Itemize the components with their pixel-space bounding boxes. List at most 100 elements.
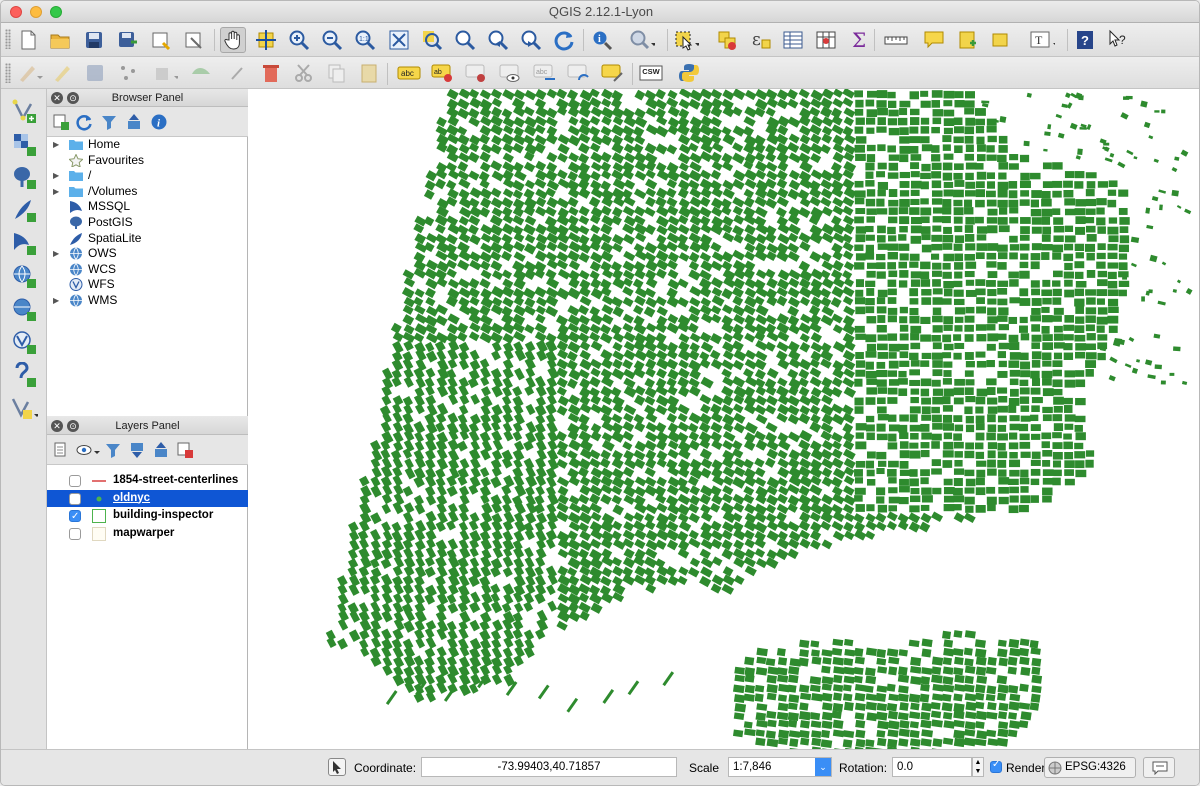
expand-arrow-icon[interactable]: ▶ xyxy=(53,246,59,262)
browser-item-home[interactable]: ▶ Home xyxy=(47,137,248,153)
toggle-editing-button[interactable] xyxy=(49,60,75,86)
save-project-button[interactable] xyxy=(81,27,107,53)
cut-features-button[interactable] xyxy=(291,60,317,86)
current-edits-button[interactable] xyxy=(17,60,43,86)
scale-combobox[interactable]: 1:7,846 ⌄ xyxy=(728,757,832,777)
manage-visibility-button[interactable] xyxy=(74,440,102,460)
move-label-button[interactable]: abc xyxy=(532,60,558,86)
window-minimize-button[interactable] xyxy=(30,6,42,18)
window-zoom-button[interactable] xyxy=(50,6,62,18)
rotate-label-button[interactable] xyxy=(566,60,592,86)
statistical-summary-button[interactable]: Σ xyxy=(846,27,872,53)
browser-item-postgis[interactable]: PostGIS xyxy=(47,215,248,231)
measure-line-button[interactable] xyxy=(883,27,909,53)
stepper-up-icon[interactable]: ▲ xyxy=(975,759,982,766)
expand-arrow-icon[interactable]: ▶ xyxy=(53,137,59,153)
composer-manager-button[interactable] xyxy=(181,27,207,53)
zoom-to-selection-button[interactable] xyxy=(452,27,478,53)
add-raster-layer-button[interactable] xyxy=(10,130,38,158)
field-calculator-button[interactable] xyxy=(813,27,839,53)
metasearch-button[interactable]: CSW xyxy=(638,60,664,86)
rotation-stepper[interactable]: ▲ ▼ xyxy=(972,757,984,777)
show-hide-labels-button[interactable] xyxy=(498,60,524,86)
collapse-all-button[interactable] xyxy=(151,440,171,460)
new-bookmark-button[interactable] xyxy=(954,27,980,53)
add-vector-layer-button[interactable] xyxy=(10,97,38,125)
coordinate-field[interactable]: -73.99403,40.71857 xyxy=(421,757,677,777)
chevron-down-icon[interactable]: ⌄ xyxy=(815,758,831,776)
expand-all-button[interactable] xyxy=(127,440,147,460)
pan-map-button[interactable] xyxy=(220,27,246,53)
pan-to-selection-button[interactable] xyxy=(253,27,279,53)
browser-item-mssql[interactable]: MSSQL xyxy=(47,199,248,215)
map-canvas[interactable] xyxy=(248,89,1199,749)
collapse-all-button[interactable] xyxy=(124,112,144,132)
layer-row-oldnyc[interactable]: oldnyc xyxy=(47,489,248,507)
highlight-pinned-labels-button[interactable]: ab xyxy=(430,60,456,86)
delete-selected-button[interactable] xyxy=(258,60,284,86)
node-edit-button[interactable] xyxy=(225,60,251,86)
browser-item-ows[interactable]: ▶ OWS xyxy=(47,246,248,262)
zoom-full-button[interactable] xyxy=(386,27,412,53)
change-label-button[interactable] xyxy=(600,60,626,86)
toolbar-grip[interactable] xyxy=(5,63,11,83)
open-project-button[interactable] xyxy=(47,27,73,53)
zoom-to-layer-button[interactable] xyxy=(419,27,445,53)
expand-arrow-icon[interactable]: ▶ xyxy=(53,293,59,309)
select-by-expression-button[interactable]: ε xyxy=(747,27,773,53)
close-panel-icon[interactable]: ✕ xyxy=(51,92,63,104)
add-wfs-layer-button[interactable] xyxy=(10,328,38,356)
add-postgis-layer-button[interactable] xyxy=(10,163,38,191)
browser-item-favourites[interactable]: Favourites xyxy=(47,153,248,169)
add-selected-layers-button[interactable] xyxy=(51,112,71,132)
browser-item-root[interactable]: ▶ / xyxy=(47,168,248,184)
text-annotation-button[interactable]: T xyxy=(1029,27,1055,53)
layer-row-building-inspector[interactable]: building-inspector xyxy=(47,507,248,526)
zoom-in-button[interactable] xyxy=(286,27,312,53)
zoom-next-button[interactable] xyxy=(518,27,544,53)
identify-features-button[interactable]: i xyxy=(589,27,615,53)
browser-properties-button[interactable]: i xyxy=(149,112,169,132)
show-bookmarks-button[interactable] xyxy=(987,27,1013,53)
expand-arrow-icon[interactable]: ▶ xyxy=(53,184,59,200)
move-feature-button[interactable] xyxy=(152,60,178,86)
help-contents-button[interactable]: ? xyxy=(1072,27,1098,53)
layer-visibility-checkbox[interactable] xyxy=(69,475,81,487)
expand-arrow-icon[interactable]: ▶ xyxy=(53,168,59,184)
window-close-button[interactable] xyxy=(10,6,22,18)
add-wcs-layer-button[interactable] xyxy=(10,295,38,323)
refresh-button[interactable] xyxy=(551,27,577,53)
stepper-down-icon[interactable]: ▼ xyxy=(975,768,982,775)
measure-button[interactable] xyxy=(629,27,655,53)
new-project-button[interactable] xyxy=(15,27,41,53)
crs-button[interactable]: EPSG:4326 xyxy=(1044,757,1136,778)
add-delimited-text-button[interactable] xyxy=(10,361,38,389)
float-panel-icon[interactable]: ⊙ xyxy=(67,92,79,104)
messages-button[interactable] xyxy=(1143,757,1175,778)
layer-visibility-checkbox[interactable] xyxy=(69,508,81,526)
layer-row-1854-street-centerlines[interactable]: 1854-street-centerlines xyxy=(47,472,248,490)
pin-labels-button[interactable] xyxy=(464,60,490,86)
browser-item-wcs[interactable]: WCS xyxy=(47,262,248,278)
filter-legend-button[interactable] xyxy=(103,440,123,460)
save-as-button[interactable] xyxy=(115,27,141,53)
browser-item-wms[interactable]: ▶ WMS xyxy=(47,293,248,309)
filter-browser-button[interactable] xyxy=(99,112,119,132)
add-feature-button[interactable] xyxy=(115,60,141,86)
save-layer-edits-button[interactable] xyxy=(82,60,108,86)
select-features-button[interactable] xyxy=(673,27,699,53)
zoom-native-button[interactable]: 1:1 xyxy=(352,27,378,53)
remove-layer-button[interactable] xyxy=(175,440,195,460)
new-shapefile-button[interactable] xyxy=(10,394,38,422)
deselect-features-button[interactable] xyxy=(714,27,740,53)
python-console-button[interactable] xyxy=(676,60,702,86)
toolbar-grip[interactable] xyxy=(5,29,11,49)
add-wms-layer-button[interactable] xyxy=(10,262,38,290)
paste-features-button[interactable] xyxy=(356,60,382,86)
layer-row-mapwarper[interactable]: mapwarper xyxy=(47,525,248,543)
layer-styling-button[interactable] xyxy=(51,440,71,460)
new-print-composer-button[interactable] xyxy=(148,27,174,53)
rotation-field[interactable]: 0.0 xyxy=(892,757,972,777)
open-attribute-table-button[interactable] xyxy=(780,27,806,53)
zoom-out-button[interactable] xyxy=(319,27,345,53)
